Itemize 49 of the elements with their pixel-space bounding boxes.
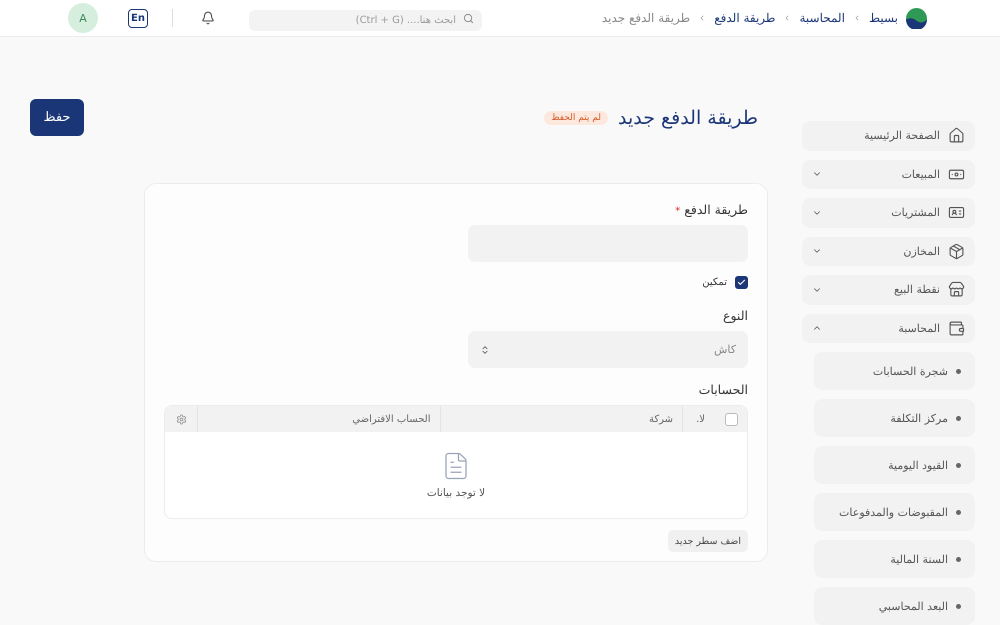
breadcrumb-link[interactable]: طريقة الدفع: [714, 11, 776, 25]
column-header: شركة: [648, 414, 673, 424]
updown-icon: [480, 344, 490, 354]
bullet-icon: [956, 604, 961, 608]
sidebar-item[interactable]: نقطة البيع: [802, 275, 975, 304]
select-all-checkbox[interactable]: [725, 412, 738, 426]
column-header: الحساب الافتراضي: [352, 414, 430, 424]
sidebar-item[interactable]: الصفحة الرئيسية: [802, 121, 975, 150]
sidebar-item[interactable]: المخازن: [802, 236, 975, 266]
enable-checkbox[interactable]: [735, 276, 748, 289]
store-icon: [948, 281, 965, 298]
search-field[interactable]: ابحث هنا.... (Ctrl + G): [249, 10, 482, 30]
package-icon: [948, 242, 965, 260]
sidebar-subitem[interactable]: القيود اليومية: [814, 446, 975, 484]
notification-bell-icon[interactable]: [201, 11, 215, 25]
add-row-button[interactable]: اضف سطر جديد: [668, 530, 748, 552]
breadcrumb-link[interactable]: طريقة الدفع جديد: [602, 11, 690, 25]
empty-message: لا توجد بيانات: [426, 487, 486, 499]
checkmark-icon: [737, 278, 746, 287]
bullet-icon: [956, 416, 961, 420]
column-header: لا.: [696, 414, 705, 424]
checkbox-label: تمكين: [702, 277, 727, 288]
home-icon: [948, 127, 965, 144]
sidebar-item[interactable]: المبيعات: [802, 160, 975, 189]
settings-icon[interactable]: [176, 414, 186, 424]
sidebar-subitem[interactable]: شجرة الحسابات: [814, 352, 975, 390]
sidebar-item[interactable]: المشتريات: [802, 198, 975, 228]
field-label: طريقة الدفع *: [674, 202, 748, 217]
sidebar-subitem[interactable]: مركز التكلفة: [814, 399, 975, 437]
bullet-icon: [956, 462, 961, 468]
field-label: النوع: [722, 308, 748, 323]
bullet-icon: [956, 368, 961, 374]
sidebar-subitem[interactable]: البعد المحاسبي: [814, 587, 975, 625]
search-icon: [463, 12, 474, 24]
breadcrumb-link[interactable]: بسيط: [868, 11, 898, 25]
bullet-icon: [956, 510, 961, 514]
sidebar-item[interactable]: المحاسبة: [802, 314, 975, 343]
breadcrumb-link[interactable]: المحاسبة: [799, 11, 845, 25]
section-label: الحسابات: [698, 382, 748, 397]
sidebar-subitem[interactable]: المقبوضات والمدفوعات: [814, 493, 975, 531]
wallet-icon: [948, 320, 965, 337]
bullet-icon: [956, 556, 961, 562]
logo-icon: [906, 8, 927, 28]
language-button[interactable]: En: [128, 8, 148, 28]
page-title: طريقة الدفع جديد: [618, 106, 758, 128]
user-avatar[interactable]: A: [68, 3, 98, 33]
sidebar-subitem[interactable]: السنة المالية: [814, 540, 975, 578]
save-button[interactable]: حفظ: [30, 99, 84, 136]
status-badge: لم يتم الحفظ: [544, 110, 608, 124]
